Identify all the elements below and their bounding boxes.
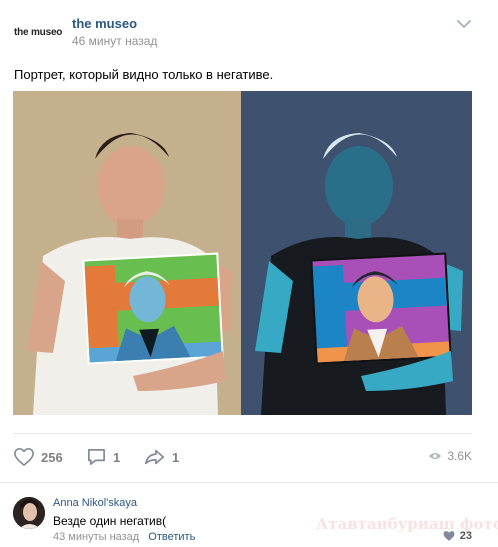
views-counter: 3.6K xyxy=(428,449,472,463)
heart-icon xyxy=(14,448,34,466)
comment-text: Везде один негатив( xyxy=(53,514,167,528)
photo-negative-panel xyxy=(241,91,472,415)
comment-author[interactable]: Anna Nikol'skaya xyxy=(53,497,137,509)
comments-divider xyxy=(0,482,498,483)
like-button[interactable]: 256 xyxy=(13,446,63,468)
reply-button[interactable]: Ответить xyxy=(148,531,195,543)
views-count: 3.6K xyxy=(447,449,472,463)
comment-avatar[interactable] xyxy=(13,497,45,529)
chevron-down-icon[interactable] xyxy=(456,17,472,29)
author-avatar[interactable]: the museo xyxy=(14,27,62,38)
comment-count: 1 xyxy=(113,449,121,465)
post-actions: 256 1 1 3.6K xyxy=(0,440,498,474)
comment-time[interactable]: 43 минуты назад xyxy=(53,531,139,543)
watermark: Атавтанбуриаш фото.РП xyxy=(316,515,498,533)
comment-button[interactable]: 1 xyxy=(86,446,120,468)
photo-positive-panel xyxy=(13,91,241,415)
share-button[interactable]: 1 xyxy=(144,446,179,468)
author-name[interactable]: the museo xyxy=(72,16,137,31)
post-photo[interactable] xyxy=(13,91,472,415)
share-count: 1 xyxy=(172,449,180,465)
post-header: the museo the museo 46 минут назад xyxy=(0,0,498,58)
eye-icon xyxy=(429,452,442,460)
like-count: 256 xyxy=(41,449,63,465)
post-text: Портрет, который видно только в негативе… xyxy=(14,67,274,82)
comment-icon xyxy=(88,449,105,465)
comment-meta: 43 минуты назад Ответить xyxy=(53,531,195,543)
divider xyxy=(13,433,472,434)
post-time[interactable]: 46 минут назад xyxy=(72,34,157,48)
share-icon xyxy=(145,449,165,465)
